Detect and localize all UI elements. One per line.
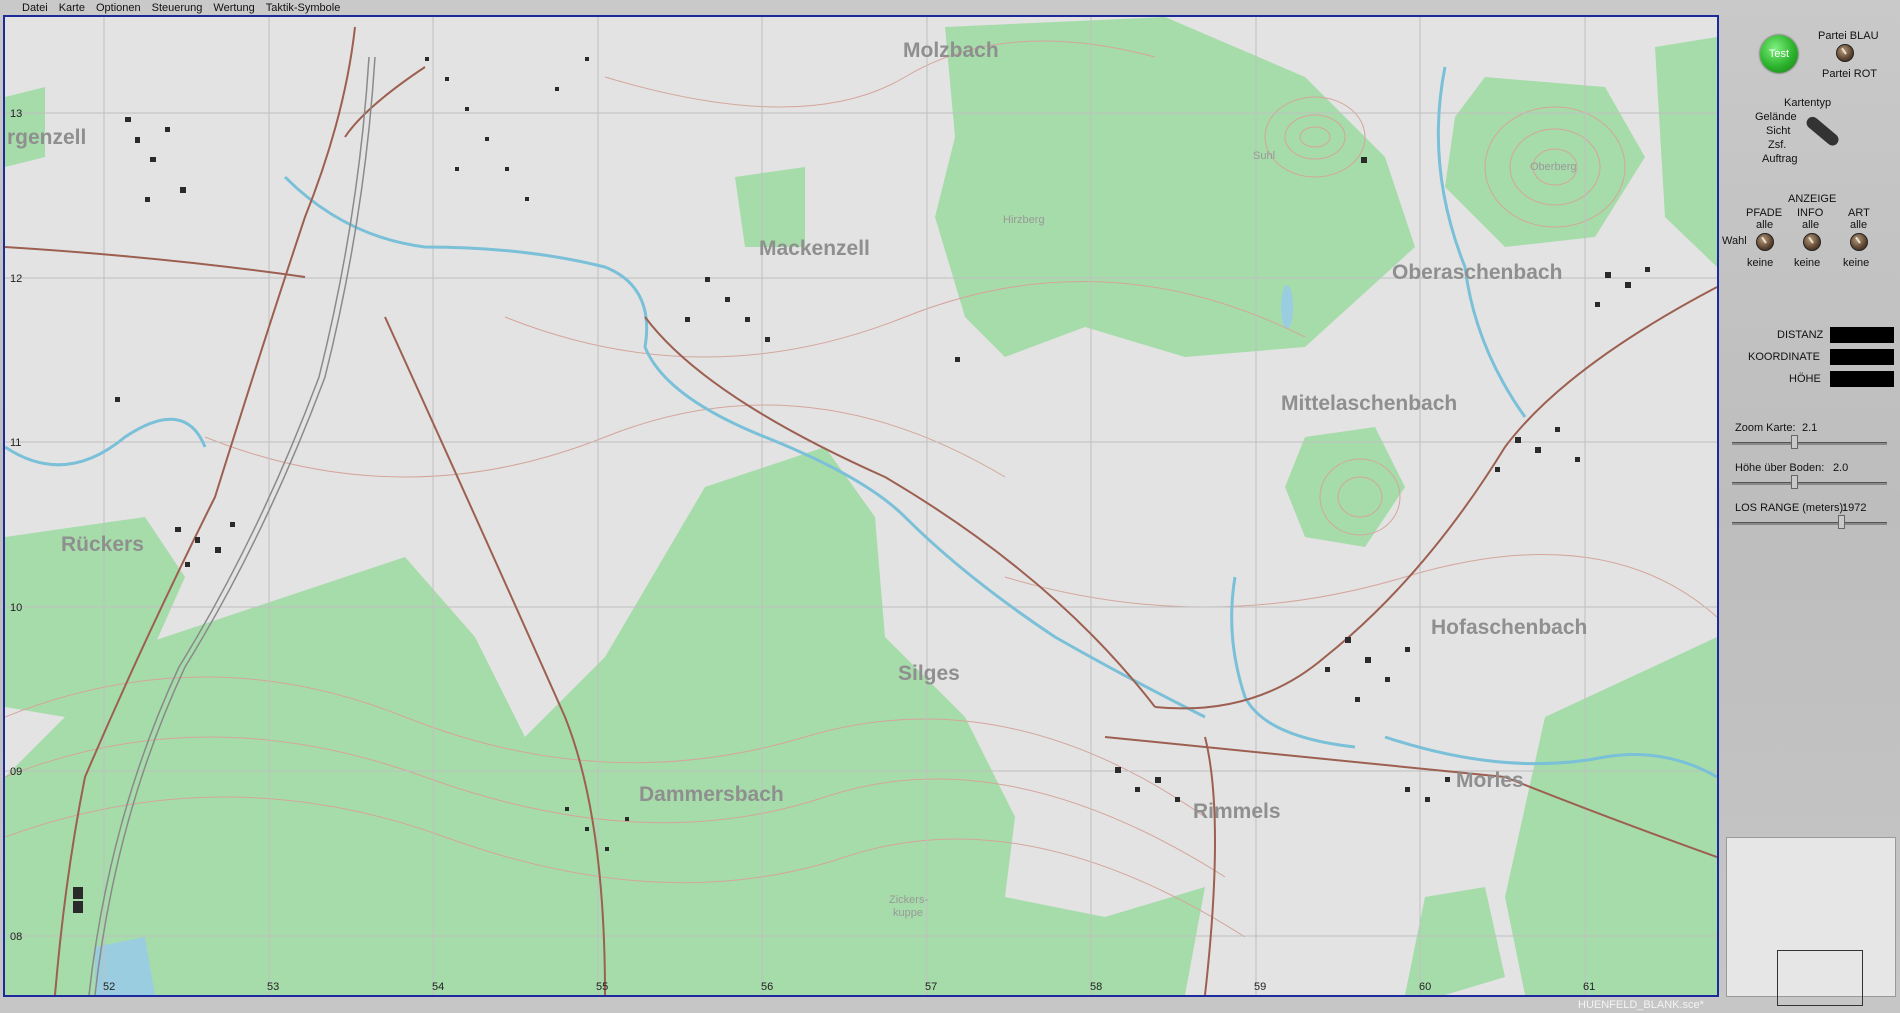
- zoom-value: 2.1: [1802, 422, 1818, 434]
- x-tick-label: 60: [1419, 981, 1431, 993]
- town-label-rgenzell: rgenzell: [7, 126, 86, 149]
- feature-label-zickers: Zickers-: [889, 894, 928, 906]
- los-range-slider-thumb[interactable]: [1837, 515, 1845, 529]
- art-label: ART: [1848, 207, 1870, 219]
- hoehe-readout: [1830, 371, 1894, 387]
- hoehe-ueber-boden-slider-thumb[interactable]: [1791, 475, 1798, 489]
- x-tick-label: 52: [103, 981, 115, 993]
- x-tick-label: 56: [761, 981, 773, 993]
- x-tick-label: 54: [432, 981, 444, 993]
- scenario-filename: HUENFELD_BLANK.sce*: [1578, 999, 1704, 1011]
- y-tick-label: 12: [10, 273, 22, 285]
- kartentyp-title: Kartentyp: [1784, 97, 1832, 109]
- zoom-label: Zoom Karte:: [1735, 422, 1796, 434]
- info-knob[interactable]: [1803, 233, 1821, 251]
- partei-knob[interactable]: [1836, 44, 1854, 62]
- town-label-rueckers: Rückers: [61, 533, 144, 556]
- pfade-label: PFADE: [1746, 207, 1783, 219]
- town-label-rimmels: Rimmels: [1193, 800, 1281, 823]
- x-tick-label: 55: [596, 981, 608, 993]
- menu-steuerung[interactable]: Steuerung: [152, 2, 203, 14]
- hoehe-ueber-boden-label: Höhe über Boden:: [1735, 462, 1825, 474]
- overview-map[interactable]: [1726, 837, 1896, 1006]
- art-knob[interactable]: [1850, 233, 1868, 251]
- kartentyp-option-zsf[interactable]: Zsf.: [1768, 139, 1786, 151]
- art-keine-label: keine: [1843, 257, 1870, 269]
- zoom-slider[interactable]: [1732, 442, 1887, 445]
- town-label-silges: Silges: [898, 662, 960, 685]
- x-tick-label: 59: [1254, 981, 1266, 993]
- anzeige-title: ANZEIGE: [1788, 193, 1837, 205]
- hoehe-label: HÖHE: [1789, 373, 1821, 385]
- menu-datei[interactable]: Datei: [22, 2, 48, 14]
- menu-wertung[interactable]: Wertung: [213, 2, 254, 14]
- town-label-morles: Morles: [1456, 769, 1524, 792]
- pfade-knob[interactable]: [1756, 233, 1774, 251]
- y-tick-label: 11: [10, 437, 21, 449]
- art-alle-label: alle: [1850, 219, 1868, 231]
- koordinate-label: KOORDINATE: [1748, 351, 1820, 363]
- distanz-label: DISTANZ: [1777, 329, 1824, 341]
- y-tick-label: 13: [10, 108, 22, 120]
- pfade-keine-label: keine: [1747, 257, 1774, 269]
- hoehe-ueber-boden-value: 2.0: [1833, 462, 1849, 474]
- info-label: INFO: [1797, 207, 1824, 219]
- x-tick-label: 61: [1583, 981, 1595, 993]
- x-tick-label: 53: [267, 981, 279, 993]
- partei-blau-label: Partei BLAU: [1818, 30, 1879, 42]
- kartentyp-option-sicht[interactable]: Sicht: [1766, 125, 1790, 137]
- map-view[interactable]: Molzbach rgenzell Mackenzell Oberaschenb…: [3, 15, 1719, 997]
- koordinate-readout: [1830, 349, 1894, 365]
- los-range-value: 1972: [1842, 502, 1867, 514]
- zoom-slider-thumb[interactable]: [1791, 435, 1798, 449]
- pfade-alle-label: alle: [1756, 219, 1774, 231]
- town-label-mittelaschenbach: Mittelaschenbach: [1281, 392, 1457, 415]
- town-label-hofaschenbach: Hofaschenbach: [1431, 616, 1587, 639]
- x-tick-label: 57: [925, 981, 937, 993]
- los-range-label: LOS RANGE (meters):: [1735, 502, 1847, 514]
- town-label-mackenzell: Mackenzell: [759, 237, 870, 260]
- feature-label-hirzberg: Hirzberg: [1003, 214, 1045, 226]
- town-label-oberaschenbach: Oberaschenbach: [1392, 261, 1562, 284]
- kartentyp-option-gelaende[interactable]: Gelände: [1755, 111, 1797, 123]
- topographic-map[interactable]: Molzbach rgenzell Mackenzell Oberaschenb…: [5, 17, 1717, 995]
- feature-label-oberberg: Oberberg: [1530, 161, 1576, 173]
- partei-rot-label: Partei ROT: [1822, 68, 1878, 80]
- feature-label-suhl: Suhl: [1253, 150, 1275, 162]
- y-tick-label: 08: [10, 931, 22, 943]
- kartentyp-option-auftrag[interactable]: Auftrag: [1762, 153, 1797, 165]
- menu-optionen[interactable]: Optionen: [96, 2, 141, 14]
- x-tick-label: 58: [1090, 981, 1102, 993]
- info-alle-label: alle: [1802, 219, 1820, 231]
- distanz-readout: [1830, 327, 1894, 343]
- y-tick-label: 10: [10, 602, 22, 614]
- kartentyp-selector-knob[interactable]: [1804, 114, 1841, 149]
- los-range-slider[interactable]: [1732, 522, 1887, 525]
- menu-taktik-symbole[interactable]: Taktik-Symbole: [266, 2, 341, 14]
- town-label-dammersbach: Dammersbach: [639, 783, 784, 806]
- control-panel: Test Partei BLAU Partei ROT Kartentyp Ge…: [1722, 15, 1900, 1006]
- menu-karte[interactable]: Karte: [59, 2, 85, 14]
- info-keine-label: keine: [1794, 257, 1821, 269]
- test-button[interactable]: Test: [1760, 35, 1798, 73]
- feature-label-kuppe: kuppe: [893, 907, 923, 919]
- town-label-molzbach: Molzbach: [903, 39, 999, 62]
- overview-viewport-rect[interactable]: [1777, 950, 1863, 1006]
- wahl-label: Wahl: [1722, 235, 1747, 247]
- menu-bar: Datei Karte Optionen Steuerung Wertung T…: [0, 0, 1900, 15]
- y-tick-label: 09: [10, 766, 22, 778]
- hoehe-ueber-boden-slider[interactable]: [1732, 482, 1887, 485]
